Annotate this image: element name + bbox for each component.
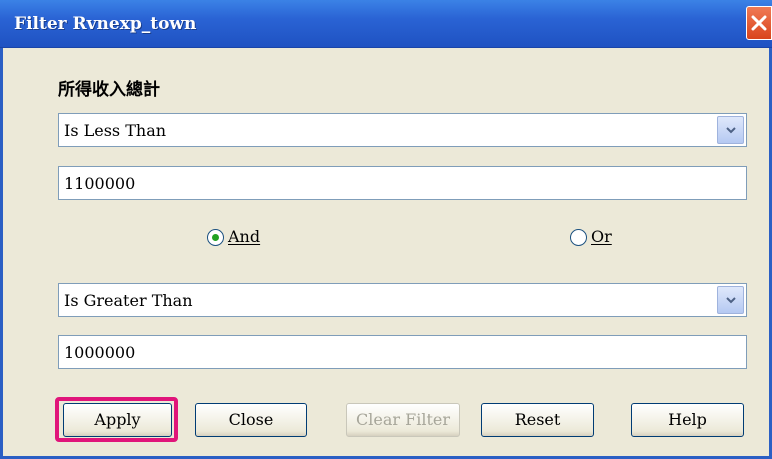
chevron-down-icon bbox=[726, 297, 736, 304]
dropdown-arrow-2[interactable] bbox=[717, 286, 744, 314]
dropdown-arrow-1[interactable] bbox=[717, 116, 744, 144]
apply-highlight-box bbox=[55, 397, 178, 442]
radio-or-circle[interactable] bbox=[570, 229, 587, 246]
help-button[interactable]: Help bbox=[631, 403, 744, 437]
radio-and-label: And bbox=[228, 227, 261, 246]
radio-and-circle[interactable] bbox=[207, 229, 224, 246]
radio-or-label: Or bbox=[591, 227, 612, 246]
filter-dialog: Filter Rvnexp_town 所得收入總計 Is Less Than A… bbox=[0, 0, 772, 459]
reset-button[interactable]: Reset bbox=[481, 403, 594, 437]
value-input-1-field[interactable] bbox=[59, 167, 746, 199]
close-icon bbox=[751, 15, 767, 31]
operator-select-2-value: Is Greater Than bbox=[64, 291, 193, 310]
value-input-2-field[interactable] bbox=[59, 336, 746, 368]
value-input-1[interactable] bbox=[58, 166, 747, 200]
radio-selected-dot bbox=[212, 234, 219, 241]
operator-select-1-value: Is Less Than bbox=[64, 121, 167, 140]
operator-select-1[interactable]: Is Less Than bbox=[58, 113, 747, 147]
clear-filter-button[interactable]: Clear Filter bbox=[346, 403, 460, 437]
close-button[interactable]: Close bbox=[195, 403, 307, 437]
operator-select-2[interactable]: Is Greater Than bbox=[58, 283, 747, 317]
value-input-2[interactable] bbox=[58, 335, 747, 369]
dialog-title: Filter Rvnexp_town bbox=[14, 14, 197, 34]
close-window-button[interactable] bbox=[746, 6, 772, 40]
title-bar: Filter Rvnexp_town bbox=[0, 0, 772, 48]
chevron-down-icon bbox=[726, 127, 736, 134]
field-name-label: 所得收入總計 bbox=[58, 80, 160, 100]
